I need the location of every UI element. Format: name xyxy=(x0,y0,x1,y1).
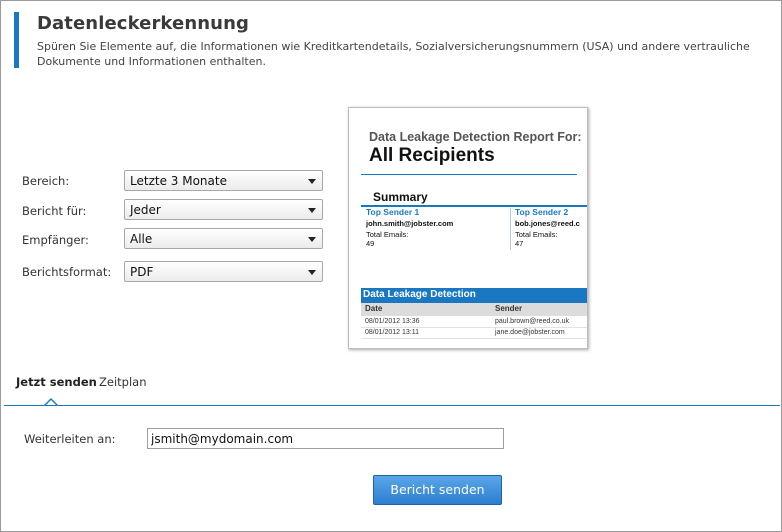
preview-card-divider xyxy=(510,208,511,250)
preview-cell: paul.brown@reed.co.uk xyxy=(495,318,570,325)
preview-sender-card: Top Sender 2 bob.jones@reed.c Total Emai… xyxy=(515,207,587,248)
forward-to-input[interactable] xyxy=(147,428,504,449)
active-tab-pointer-fill xyxy=(46,400,56,405)
send-report-button[interactable]: Bericht senden xyxy=(373,475,502,505)
header-accent-bar xyxy=(14,12,19,68)
chevron-down-icon xyxy=(308,179,316,184)
preview-title: All Recipients xyxy=(369,145,495,166)
tab-schedule[interactable]: Zeitplan xyxy=(99,375,147,389)
report-for-select[interactable]: Jeder xyxy=(124,199,323,220)
report-for-label: Bericht für: xyxy=(22,204,87,218)
page-description: Spüren Sie Elemente auf, die Information… xyxy=(37,40,750,68)
sender-card-total-label: Total Emails: xyxy=(366,230,409,239)
sender-card-heading: Top Sender 2 xyxy=(515,207,569,217)
format-label: Berichtsformat: xyxy=(22,265,112,279)
page-title: Datenleckerkennung xyxy=(37,13,249,34)
preview-cell: jane.doe@jobster.com xyxy=(495,329,565,336)
forward-to-label: Weiterleiten an: xyxy=(24,432,116,446)
range-select-value: Letzte 3 Monate xyxy=(130,174,227,188)
preview-column-header: Sender xyxy=(495,304,523,313)
chevron-down-icon xyxy=(308,208,316,213)
preview-table-row: 08/01/2012 13:36 paul.brown@reed.co.uk xyxy=(361,317,587,328)
preview-table-row: 08/01/2012 13:11 jane.doe@jobster.com xyxy=(361,328,587,339)
report-panel: Datenleckerkennung Spüren Sie Elemente a… xyxy=(0,0,782,532)
preview-section-heading: Data Leakage Detection xyxy=(361,288,587,303)
sender-card-heading: Top Sender 1 xyxy=(366,207,420,217)
recipient-label: Empfänger: xyxy=(22,233,89,247)
report-preview: Data Leakage Detection Report For: All R… xyxy=(348,107,588,349)
format-select-value: PDF xyxy=(130,265,154,279)
preview-rule xyxy=(361,174,577,175)
chevron-down-icon xyxy=(308,237,316,242)
preview-subtitle: Data Leakage Detection Report For: xyxy=(369,130,582,144)
recipient-select[interactable]: Alle xyxy=(124,228,323,249)
sender-card-total-label: Total Emails: xyxy=(515,230,558,239)
recipient-select-value: Alle xyxy=(130,232,153,246)
range-label: Bereich: xyxy=(22,174,70,188)
preview-cell: 08/01/2012 13:11 xyxy=(365,329,419,336)
sender-card-total: 49 xyxy=(366,239,375,248)
range-select[interactable]: Letzte 3 Monate xyxy=(124,170,323,191)
preview-cell: 08/01/2012 13:36 xyxy=(365,318,420,325)
sender-card-total: 47 xyxy=(515,239,524,248)
preview-sender-card: Top Sender 1 john.smith@jobster.com Tota… xyxy=(366,207,514,248)
tab-underline xyxy=(4,405,780,406)
chevron-down-icon xyxy=(308,270,316,275)
preview-summary-heading: Summary xyxy=(373,190,428,204)
format-select[interactable]: PDF xyxy=(124,261,323,282)
sender-card-email: bob.jones@reed.c xyxy=(515,219,580,228)
sender-card-email: john.smith@jobster.com xyxy=(366,219,454,228)
preview-column-header: Date xyxy=(365,304,383,313)
report-for-select-value: Jeder xyxy=(130,203,161,217)
preview-table-header: Date Sender xyxy=(361,303,587,316)
tab-send-now[interactable]: Jetzt senden xyxy=(16,375,97,389)
